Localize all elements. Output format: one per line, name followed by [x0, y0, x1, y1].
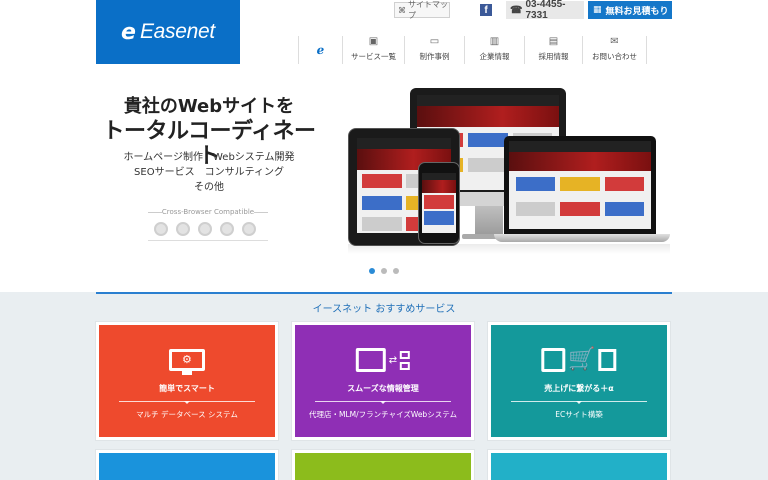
page: e Easenet ⌘ サイトマップ f ☎ 03-4455-7331 ▦ 無料… [0, 0, 768, 480]
phone-icon: ☎ [510, 4, 523, 16]
nav-works[interactable]: ▭ 制作事例 [405, 36, 465, 64]
slider-dot-3[interactable] [393, 268, 399, 274]
card-main-label: 売上げに繋がる＋α [544, 384, 614, 393]
safari-icon [176, 222, 190, 236]
nav-works-label: 制作事例 [419, 52, 450, 61]
firefox-icon [198, 222, 212, 236]
cross-browser-label: Cross-Browser Compatible [148, 208, 268, 216]
card-main-label: 簡単でスマート [159, 384, 215, 393]
envelope-icon: ✉ [610, 36, 619, 47]
logo-text: Easenet [139, 20, 215, 43]
nav-home[interactable]: ℯ [299, 36, 343, 64]
section-title: イースネット おすすめサービス [312, 304, 456, 315]
card-divider [511, 401, 647, 404]
estimate-label: 無料お見積もり [605, 6, 669, 17]
service-card-blue[interactable] [96, 450, 278, 480]
chrome-icon [154, 222, 168, 236]
card-sub-label: 代理店・MLM/フランチャイズWebシステム [309, 410, 457, 419]
card-divider [315, 401, 451, 404]
macbook-base [494, 234, 670, 242]
nav-company-label: 企業情報 [479, 52, 510, 61]
card-sub-label: ECサイト構築 [555, 410, 603, 419]
slider-dots [369, 268, 399, 274]
nav-contact[interactable]: ✉ お問い合わせ [583, 36, 647, 64]
devices-reflection [348, 244, 670, 254]
hero-services: ホームページ制作 Webシステム開発 SEOサービス コンサルティング その他 [96, 150, 322, 195]
monitor-gear-icon: ⚙ [169, 345, 205, 375]
slider-dot-1[interactable] [369, 268, 375, 274]
divider [148, 240, 268, 241]
nav-company[interactable]: ▥ 企業情報 [465, 36, 525, 64]
hero-services-line3: その他 [194, 182, 224, 193]
phone-text: 03-4455-7331 [525, 0, 566, 21]
facebook-icon[interactable]: f [480, 4, 492, 16]
service-card-database[interactable]: ⚙ 簡単でスマート マルチ データベース システム [96, 322, 278, 440]
global-nav: ℯ ▣ サービス一覧 ▭ 制作事例 ▥ 企業情報 ▤ 採用情報 ✉ お問い合わせ [298, 36, 647, 64]
window-list-icon: ⇄ [355, 345, 411, 375]
card-main-label: スムーズな情報管理 [347, 384, 419, 393]
sitemap-label: サイトマップ [408, 0, 448, 20]
nav-recruit[interactable]: ▤ 採用情報 [525, 36, 583, 64]
ie-icon [220, 222, 234, 236]
service-card-green[interactable] [292, 450, 474, 480]
service-card-cyan[interactable] [488, 450, 670, 480]
building-icon: ▥ [489, 36, 500, 47]
nav-contact-label: お問い合わせ [592, 52, 637, 61]
monitor-icon: ▭ [429, 36, 440, 47]
nav-services-label: サービス一覧 [351, 52, 396, 61]
home-logo-icon: ℯ [316, 43, 325, 57]
nav-recruit-label: 採用情報 [538, 52, 569, 61]
site-logo[interactable]: e Easenet [96, 0, 240, 64]
logo-mark: e [121, 19, 136, 45]
card-sub-label: マルチ データベース システム [136, 410, 238, 419]
calculator-icon: ▦ [593, 5, 602, 15]
id-card-icon: ▤ [548, 36, 559, 47]
browser-icons [154, 222, 256, 236]
nav-services[interactable]: ▣ サービス一覧 [343, 36, 405, 64]
free-estimate-button[interactable]: ▦ 無料お見積もり [588, 1, 672, 19]
sitemap-link[interactable]: ⌘ サイトマップ [394, 0, 450, 20]
briefcase-icon: ▣ [368, 36, 379, 47]
opera-icon [242, 222, 256, 236]
imac-stand [475, 206, 503, 236]
iphone-device-image [418, 162, 460, 244]
sitemap-icon: ⌘ [398, 5, 406, 15]
service-card-ec[interactable]: 🛒 売上げに繋がる＋α ECサイト構築 [488, 322, 670, 440]
facebook-glyph: f [484, 4, 488, 16]
hero-title-line1: 貴社のWebサイトを [123, 96, 295, 117]
cart-devices-icon: 🛒 [541, 345, 617, 375]
phone-number: ☎ 03-4455-7331 [506, 0, 584, 21]
section-rule [96, 292, 672, 294]
hero-services-line2: SEOサービス コンサルティング [134, 167, 284, 178]
slider-dot-2[interactable] [381, 268, 387, 274]
service-card-agency-system[interactable]: ⇄ スムーズな情報管理 代理店・MLM/フランチャイズWebシステム [292, 322, 474, 440]
hero-services-line1: ホームページ制作 Webシステム開発 [123, 152, 295, 163]
macbook-device-image [504, 136, 656, 234]
card-divider [119, 401, 255, 404]
